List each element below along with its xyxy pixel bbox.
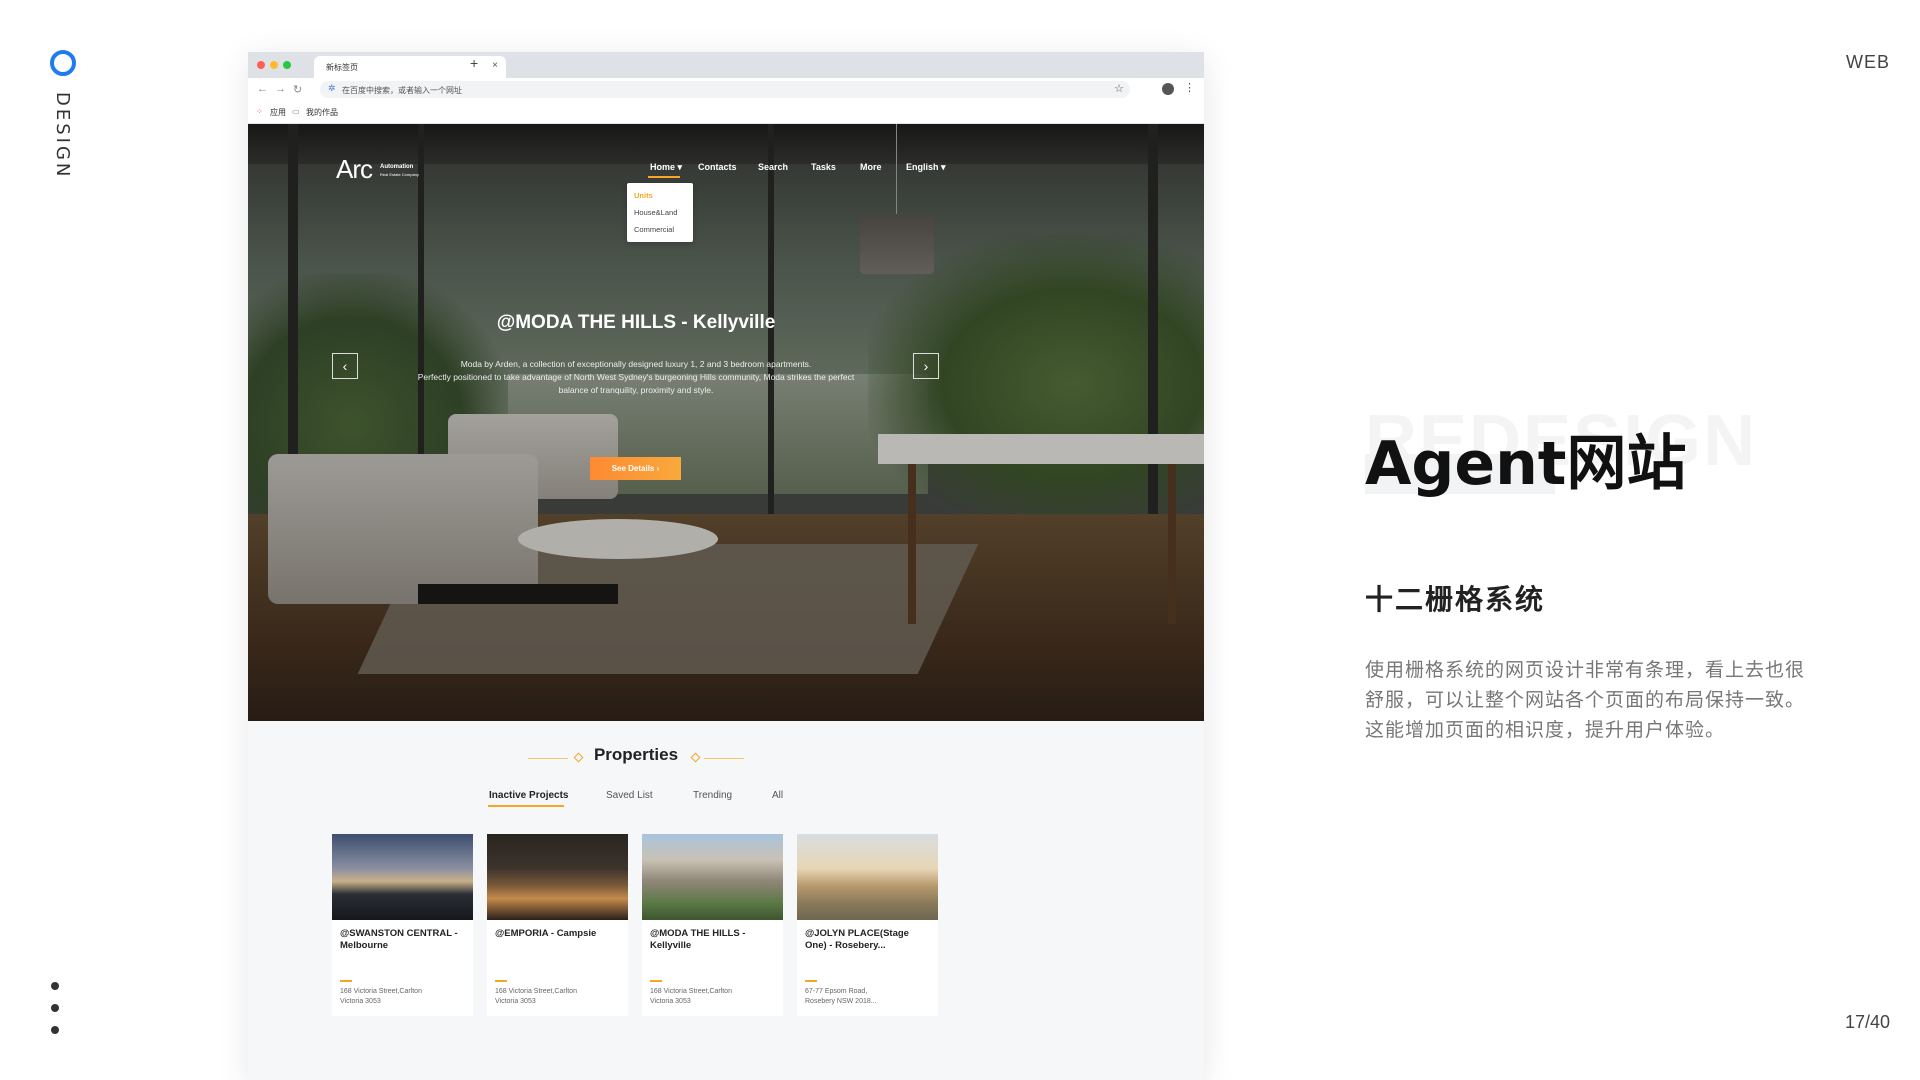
property-card[interactable]: @JOLYN PLACE(Stage One) - Rosebery... 67… [797,834,938,1016]
logo-sub-line2: Real Estate Company [380,172,419,177]
card-accent-line [340,980,352,982]
address-line: 168 Victoria Street,Carlton [340,988,422,995]
slide-title: Agent网站 [1365,429,1687,499]
folder-icon[interactable]: ▭ [292,107,300,116]
search-engine-icon: ✲ [328,83,336,93]
slide-description: 使用栅格系统的网页设计非常有条理，看上去也很舒服，可以让整个网站各个页面的布局保… [1365,659,1806,741]
nav-search[interactable]: Search [758,162,788,172]
tab-title: 新标签页 [326,63,358,72]
hero-desc-line: Moda by Arden, a collection of exception… [460,359,812,369]
property-address: 67-77 Epsom Road, Rosebery NSW 2018... [805,987,935,1007]
property-card[interactable]: @MODA THE HILLS - Kellyville 168 Victori… [642,834,783,1016]
card-accent-line [650,980,662,982]
page-number: 17/40 [1844,1012,1890,1032]
address-line: Victoria 3053 [340,998,381,1005]
dropdown-item-units[interactable]: Units [634,191,653,200]
cta-label: See Details [611,464,655,473]
tab-saved-list[interactable]: Saved List [606,790,653,801]
tab-active-underline [488,805,564,807]
bookmarks-bar: ⁘ 应用 ▭ 我的作品 [248,102,1204,124]
maximize-window-icon[interactable] [283,61,291,69]
browser-window: 新标签页 × + ← → ↻ ✲ 在百度中搜索，或者输入一个网址 ☆ ⋮ ⁘ 应… [248,52,1204,1080]
site-logo[interactable]: Arc [336,154,373,185]
hero-desc-line: Perfectly positioned to take advantage o… [417,372,855,382]
address-bar[interactable]: ✲ 在百度中搜索，或者输入一个网址 ☆ [320,81,1130,98]
bookmark-my-works[interactable]: 我的作品 [306,107,338,118]
minimize-window-icon[interactable] [270,61,278,69]
browser-menu-icon[interactable]: ⋮ [1184,81,1195,94]
property-image [487,834,628,920]
back-icon[interactable]: ← [257,83,268,95]
address-line: 67-77 Epsom Road, [805,988,868,995]
tab-all[interactable]: All [772,790,783,801]
ring-logo-icon [50,50,76,76]
tab-trending[interactable]: Trending [693,790,732,801]
property-name: @EMPORIA - Campsie [495,928,597,939]
profile-avatar[interactable] [1162,83,1174,95]
property-address: 168 Victoria Street,Carlton Victoria 3053 [650,987,780,1007]
apps-grid-icon[interactable]: ⁘ [256,107,263,116]
nav-language-label: English [906,162,939,172]
nav-language[interactable]: English ▾ [906,162,946,173]
hero-title: @MODA THE HILLS - Kellyville [496,312,776,333]
hero-desc-line: balance of tranquility, proximity and st… [558,385,714,395]
category-label: WEB [1845,52,1890,72]
property-address: 168 Victoria Street,Carlton Victoria 3053 [495,987,625,1007]
new-tab-icon[interactable]: + [470,55,478,71]
nav-home[interactable]: Home ▾ [650,162,682,173]
forward-icon[interactable]: → [275,83,286,95]
rail-label: DESIGN [52,92,73,180]
dot-icon [51,1026,59,1034]
property-name: @SWANSTON CENTRAL - Melbourne [340,928,458,951]
nav-home-label: Home [650,162,676,172]
properties-title: Properties [593,745,679,764]
carousel-next-icon[interactable]: › [913,353,939,379]
hero-overlay [248,124,1204,721]
card-accent-line [495,980,507,982]
nav-tasks[interactable]: Tasks [811,162,836,172]
cta-arrow-icon: › [656,464,660,473]
nav-active-underline [648,176,680,178]
property-image [332,834,473,920]
property-name: @JOLYN PLACE(Stage One) - Rosebery... [805,928,909,951]
address-row: ← → ↻ ✲ 在百度中搜索，或者输入一个网址 ☆ ⋮ [248,78,1204,102]
dropdown-item-commercial[interactable]: Commercial [634,225,674,234]
property-image [797,834,938,920]
hero-banner: Arc Automation Real Estate Company Home … [248,124,1204,721]
tab-close-icon[interactable]: × [492,60,498,71]
address-line: Rosebery NSW 2018... [805,998,877,1005]
address-line: Victoria 3053 [650,998,691,1005]
browser-tab-bar: 新标签页 × + [248,52,1204,78]
section-divider-line [704,758,744,759]
hero-description: Moda by Arden, a collection of exception… [408,358,864,397]
site-logo-subtitle: Automation Real Estate Company [380,164,419,178]
nav-more[interactable]: More [860,162,882,172]
address-placeholder: 在百度中搜索，或者输入一个网址 [342,86,462,95]
address-line: Victoria 3053 [495,998,536,1005]
home-dropdown-menu: Units House&Land Commercial [627,183,693,242]
reload-icon[interactable]: ↻ [293,83,302,96]
bookmark-apps[interactable]: 应用 [270,107,286,118]
property-address: 168 Victoria Street,Carlton Victoria 3053 [340,987,470,1007]
see-details-button[interactable]: See Details › [590,457,681,480]
property-card[interactable]: @SWANSTON CENTRAL - Melbourne 168 Victor… [332,834,473,1016]
close-window-icon[interactable] [257,61,265,69]
dot-icon [51,1004,59,1012]
address-line: 168 Victoria Street,Carlton [650,988,732,995]
logo-sub-line1: Automation [380,164,414,170]
tab-inactive-projects[interactable]: Inactive Projects [489,790,568,801]
nav-contacts[interactable]: Contacts [698,162,737,172]
property-name: @MODA THE HILLS - Kellyville [650,928,746,951]
dropdown-item-houseland[interactable]: House&Land [634,208,677,217]
property-image [642,834,783,920]
dot-icon [51,982,59,990]
address-line: 168 Victoria Street,Carlton [495,988,577,995]
property-card[interactable]: @EMPORIA - Campsie 168 Victoria Street,C… [487,834,628,1016]
slide-subtitle: 十二栅格系统 [1365,583,1546,616]
card-accent-line [805,980,817,982]
bookmark-star-icon[interactable]: ☆ [1114,82,1124,95]
carousel-prev-icon[interactable]: ‹ [332,353,358,379]
